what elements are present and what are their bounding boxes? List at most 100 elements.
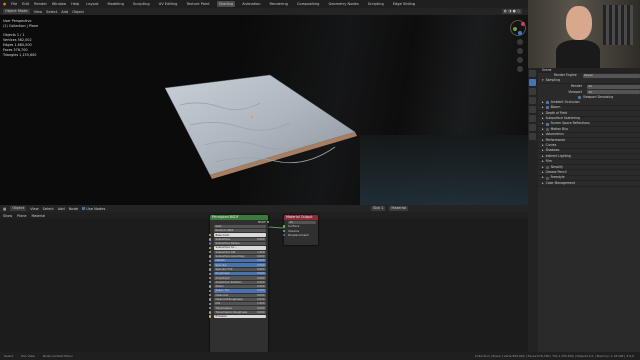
viewport-stats-overlay: User Perspective (1) Collection | Plane …: [3, 19, 39, 57]
tab-shading[interactable]: Shading: [216, 1, 236, 7]
bsdf-input-row[interactable]: Emission: [208, 315, 268, 319]
axis-z-icon[interactable]: [518, 31, 522, 35]
panel-enable-checkbox[interactable]: [545, 101, 549, 105]
panel-enable-checkbox[interactable]: [545, 176, 549, 180]
tab-animation[interactable]: Animation: [240, 1, 262, 7]
slot-dropdown[interactable]: Slot 1: [371, 206, 386, 211]
output-displacement: Displacement: [282, 233, 318, 237]
render-tab-icon[interactable]: [529, 79, 536, 86]
input-socket: [208, 238, 212, 241]
presenter-body: [556, 40, 600, 68]
object-origin: [250, 115, 254, 119]
properties-editor: Scene Render Engine Eevee ▾ Sampling Ren…: [528, 68, 640, 352]
panel-enable-checkbox[interactable]: [545, 106, 549, 110]
axis-x-icon[interactable]: [521, 22, 525, 26]
blender-logo-icon[interactable]: ●: [3, 2, 6, 6]
top-menu-bar: ● File Edit Render Window Help Layout Mo…: [0, 0, 528, 8]
show-toggle[interactable]: Show: [3, 214, 12, 218]
presenter-face: [566, 6, 592, 40]
breadcrumb-plane[interactable]: Plane: [17, 214, 26, 218]
tool-tab-icon[interactable]: [529, 70, 536, 77]
input-socket: [208, 302, 212, 305]
tab-compositing[interactable]: Compositing: [295, 1, 322, 7]
tab-modeling[interactable]: Modeling: [106, 1, 126, 7]
viewport-samples-field[interactable]: 16: [587, 90, 640, 95]
tab-rendering[interactable]: Rendering: [268, 1, 290, 7]
object-mode-dropdown[interactable]: Object Mode: [3, 9, 30, 14]
zoom-icon[interactable]: [517, 39, 523, 45]
world-tab-icon[interactable]: [529, 115, 536, 122]
panel-enable-checkbox[interactable]: [545, 122, 549, 126]
input-socket: [208, 259, 212, 262]
input-socket: [208, 242, 212, 245]
material-tab-icon[interactable]: [529, 133, 536, 140]
node-menu-node[interactable]: Node: [69, 207, 78, 211]
pan-hand-icon[interactable]: [517, 48, 523, 54]
input-socket: [208, 281, 212, 284]
tab-sculpting[interactable]: Sculpting: [131, 1, 152, 7]
viewport-menu-select[interactable]: Select: [46, 10, 57, 14]
grid-icon[interactable]: [517, 66, 523, 72]
render-samples-field[interactable]: 64: [587, 84, 640, 89]
status-bar: Select Pan View Node Context Menu Collec…: [0, 352, 640, 360]
input-socket: [208, 255, 212, 258]
input-socket: [208, 263, 212, 267]
viewport-menu-view[interactable]: View: [34, 10, 43, 14]
view-layer-tab-icon[interactable]: [529, 97, 536, 104]
panel-enable-checkbox[interactable]: [545, 127, 549, 131]
camera-icon[interactable]: [517, 57, 523, 63]
input-socket: [208, 315, 212, 318]
status-select: Select: [4, 354, 14, 358]
node-menu-view[interactable]: View: [30, 207, 39, 211]
output-target-dropdown[interactable]: All: [288, 220, 316, 224]
node-type-icon[interactable]: ▦: [3, 207, 6, 211]
3d-viewport[interactable]: User Perspective (1) Collection | Plane …: [0, 15, 528, 205]
scene-tab-icon[interactable]: [529, 106, 536, 113]
panel-enable-checkbox[interactable]: [545, 165, 549, 169]
node-object-dropdown[interactable]: Object: [10, 206, 27, 211]
input-socket: [208, 311, 212, 314]
breadcrumb-material[interactable]: Material: [31, 214, 45, 218]
use-nodes-checkbox[interactable]: Use Nodes: [82, 207, 105, 211]
tab-edge-sliding[interactable]: Edge Sliding: [391, 1, 417, 7]
node-menu-add[interactable]: Add: [58, 207, 65, 211]
node-menu-select[interactable]: Select: [43, 207, 54, 211]
disclosure-arrow-icon: ▸: [542, 180, 544, 185]
render-panel-header[interactable]: ▸ Color Management: [538, 180, 640, 187]
tab-scripting[interactable]: Scripting: [366, 1, 386, 7]
webcam-overlay: [528, 0, 640, 68]
input-socket: [208, 233, 212, 237]
input-socket: [208, 251, 212, 254]
menu-edit[interactable]: Edit: [22, 2, 29, 6]
viewport-menu-object[interactable]: Object: [72, 10, 84, 14]
node-editor-header: ▦ Object View Select Add Node Use Nodes …: [0, 205, 528, 212]
object-tab-icon[interactable]: [529, 124, 536, 131]
input-socket: [208, 272, 212, 275]
output-tab-icon[interactable]: [529, 88, 536, 95]
menu-render[interactable]: Render: [34, 2, 47, 6]
tab-uv-editing[interactable]: UV Editing: [157, 1, 180, 7]
tab-layout[interactable]: Layout: [84, 1, 100, 7]
input-socket: [208, 306, 212, 310]
status-context-menu: Node Context Menu: [42, 354, 73, 358]
viewport-menu-add[interactable]: Add: [61, 10, 68, 14]
render-engine-dropdown[interactable]: Eevee: [582, 73, 640, 79]
material-output-node[interactable]: Material Output All Surface Volume Displ…: [282, 215, 318, 245]
tab-geometry-nodes[interactable]: Geometry Nodes: [326, 1, 360, 7]
input-socket: [208, 298, 212, 301]
status-pan-view: Pan View: [21, 354, 35, 358]
shading-mode-icons[interactable]: ◐ ◑ ● ○: [502, 9, 522, 14]
tab-texture-paint[interactable]: Texture Paint: [184, 1, 211, 7]
material-selector[interactable]: Material: [389, 206, 408, 211]
navigation-gizmo[interactable]: [510, 20, 526, 36]
terrain-plane[interactable]: [0, 15, 528, 205]
axis-y-icon[interactable]: [513, 27, 517, 31]
menu-help[interactable]: Help: [71, 2, 79, 6]
render-panel-list: ▸ Ambient Occlusion ▸ Bloom ▸ Depth of Field ▸…: [538, 100, 640, 187]
menu-window[interactable]: Window: [52, 2, 66, 6]
principled-bsdf-node[interactable]: Principled BSDF BSDF GGX Random Walk Base …: [208, 215, 270, 352]
status-stats: Collection | Plane | Verts:562,002 | Fac…: [474, 354, 634, 358]
menu-file[interactable]: File: [11, 2, 17, 6]
viewport-nav-buttons: [517, 39, 525, 75]
node-editor-canvas[interactable]: Principled BSDF BSDF GGX Random Walk Base …: [0, 215, 528, 352]
